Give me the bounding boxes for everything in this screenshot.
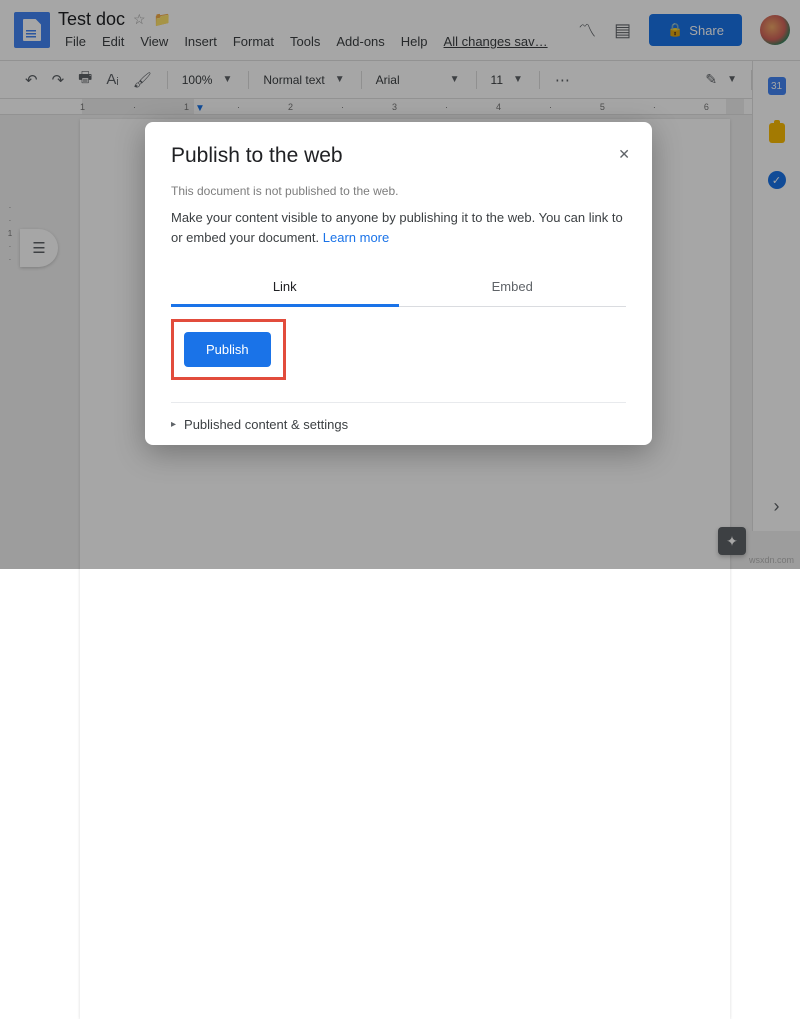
close-icon[interactable]: ✕ [618, 146, 630, 163]
dialog-divider [171, 402, 626, 403]
chevron-right-icon: ▸ [171, 419, 176, 430]
dialog-title: Publish to the web [171, 144, 626, 168]
publish-button[interactable]: Publish [184, 332, 271, 367]
dialog-subtitle: This document is not published to the we… [171, 184, 626, 198]
dialog-description: Make your content visible to anyone by p… [171, 208, 626, 247]
watermark: wsxdn.com [749, 555, 794, 565]
publish-dialog: Publish to the web ✕ This document is no… [145, 122, 652, 445]
tab-embed[interactable]: Embed [399, 269, 627, 306]
dialog-description-text: Make your content visible to anyone by p… [171, 210, 623, 245]
dialog-tabs: Link Embed [171, 269, 626, 307]
learn-more-link[interactable]: Learn more [323, 230, 389, 245]
published-settings-expander[interactable]: ▸ Published content & settings [171, 417, 626, 432]
tab-link[interactable]: Link [171, 269, 399, 307]
expander-label: Published content & settings [184, 417, 348, 432]
annotation-highlight: Publish [171, 319, 286, 380]
